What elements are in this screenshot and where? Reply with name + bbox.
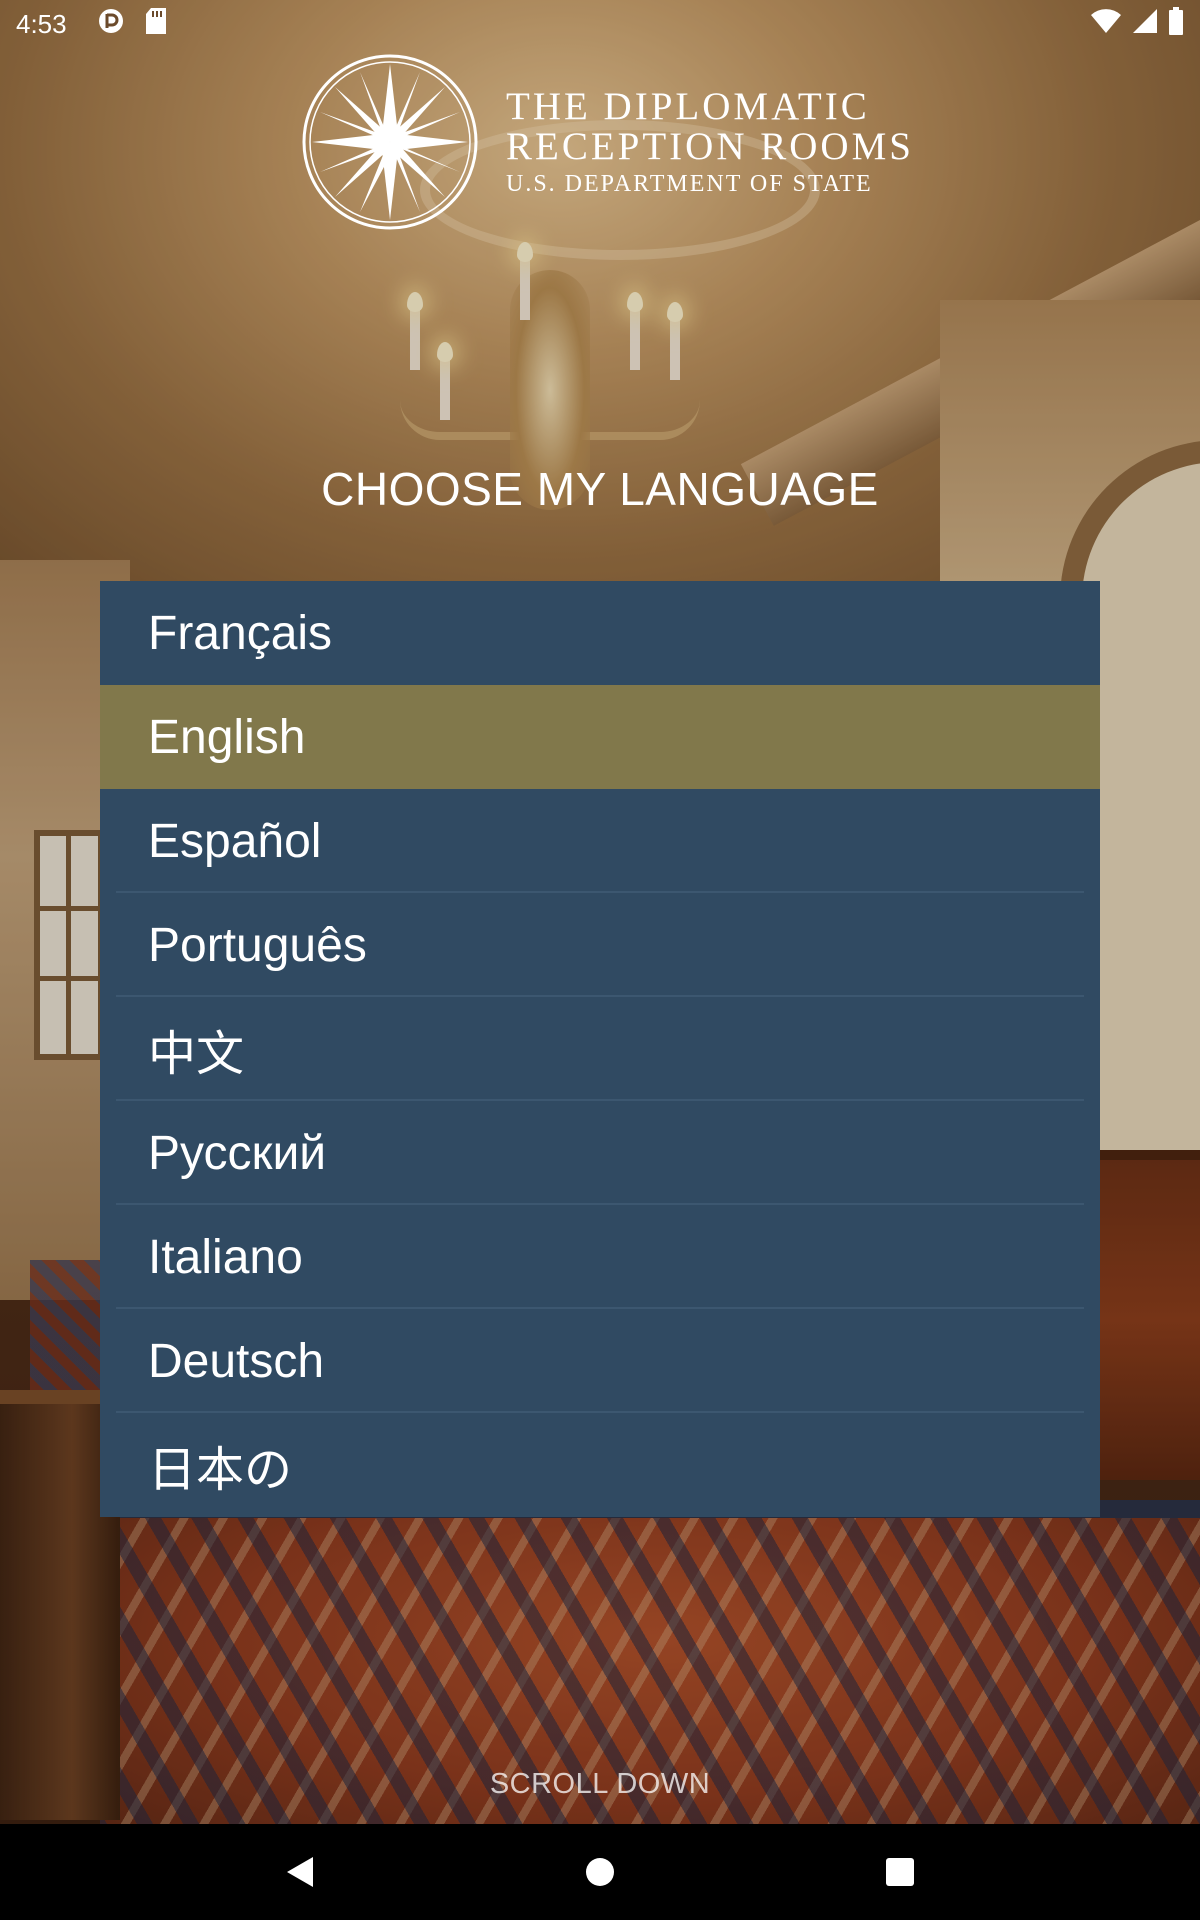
language-label: Español [148, 814, 322, 868]
battery-icon [1168, 6, 1184, 42]
language-option-portugues[interactable]: Português [100, 893, 1100, 997]
wifi-icon [1090, 8, 1122, 41]
language-label: Italiano [148, 1230, 303, 1284]
language-option-italiano[interactable]: Italiano [100, 1205, 1100, 1309]
language-option-espanol[interactable]: Español [100, 789, 1100, 893]
language-option-russian[interactable]: Русский [100, 1101, 1100, 1205]
logo-title-line2: RECEPTION ROOMS [506, 124, 914, 168]
language-list: Français English Español Português 中文 Ру… [100, 581, 1100, 1517]
language-label: 日本の [148, 1444, 293, 1497]
language-label: Français [148, 606, 333, 660]
language-option-chinese[interactable]: 中文 [100, 997, 1100, 1101]
language-label: Português [148, 918, 367, 972]
navigation-bar [0, 1824, 1200, 1920]
recents-icon[interactable] [870, 1842, 930, 1902]
logo-title-line1: THE DIPLOMATIC [506, 84, 870, 128]
scroll-down-hint[interactable]: SCROLL DOWN [0, 1768, 1200, 1801]
language-label: English [148, 710, 306, 764]
home-icon[interactable] [570, 1842, 630, 1902]
language-option-deutsch[interactable]: Deutsch [100, 1309, 1100, 1413]
language-option-japanese[interactable]: 日本の [100, 1413, 1100, 1517]
page-title: CHOOSE MY LANGUAGE [321, 463, 879, 515]
app-logo: THE DIPLOMATIC RECEPTION ROOMS U.S. DEPA… [300, 52, 914, 232]
language-label: Deutsch [148, 1334, 325, 1388]
status-time: 4:53 [16, 8, 67, 39]
vpn-icon [97, 7, 125, 42]
language-label: Русский [148, 1126, 327, 1180]
sd-card-icon [145, 7, 167, 42]
language-label: 中文 [148, 1028, 245, 1081]
language-option-english[interactable]: English [100, 685, 1100, 789]
back-icon[interactable] [270, 1842, 330, 1902]
logo-subtitle: U.S. DEPARTMENT OF STATE [506, 170, 873, 197]
signal-icon [1132, 8, 1158, 41]
status-bar: 4:53 [0, 0, 1200, 48]
language-option-francais[interactable]: Français [100, 581, 1100, 685]
compass-star-icon [302, 54, 478, 230]
